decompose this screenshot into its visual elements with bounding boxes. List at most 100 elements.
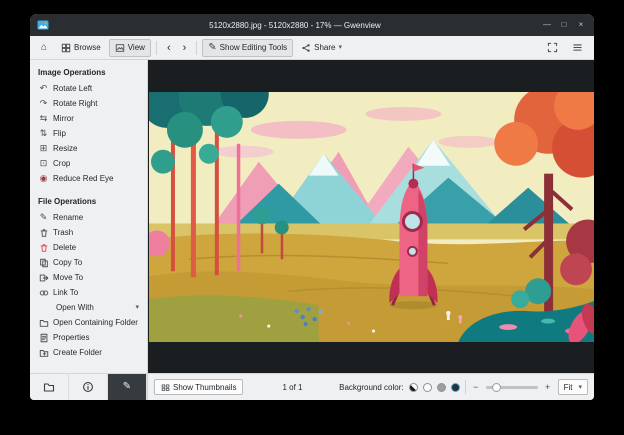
sidebar-item-resize[interactable]: ⊞ Resize <box>30 141 147 156</box>
info-tab-icon <box>83 382 93 392</box>
statusbar-separator <box>464 380 466 394</box>
view-label: View <box>127 43 145 52</box>
sidebar-item-properties[interactable]: Properties <box>30 330 147 345</box>
create-folder-icon <box>38 348 49 358</box>
forward-button[interactable]: › <box>178 40 192 56</box>
sidebar-item-trash[interactable]: Trash <box>30 225 147 240</box>
browse-mode-button[interactable]: Browse <box>55 39 107 57</box>
sidebar-page-tabs: ✎ <box>30 374 148 400</box>
image-viewer[interactable] <box>148 60 594 373</box>
sidebar-item-rename[interactable]: ✎ Rename <box>30 210 147 225</box>
background-color-label: Background color: <box>339 382 404 392</box>
hamburger-icon <box>573 44 582 51</box>
sidebar-item-flip[interactable]: ⇅ Flip <box>30 126 147 141</box>
item-label: Properties <box>53 333 90 342</box>
toolbar-separator <box>155 40 157 55</box>
view-image-icon <box>115 43 124 52</box>
zoom-slider-handle[interactable] <box>491 382 501 392</box>
fit-view-button[interactable] <box>541 38 564 57</box>
tab-information[interactable] <box>69 374 108 400</box>
image-position-indicator: 1 of 1 <box>282 382 303 392</box>
rotate-right-icon: ↷ <box>39 98 48 108</box>
zoom-slider[interactable] <box>485 382 538 392</box>
document-properties-icon <box>38 333 49 343</box>
fit-corners-icon <box>547 42 558 53</box>
show-thumbnails-button[interactable]: Show Thumbnails <box>154 379 244 395</box>
sidebar-item-reduce-red-eye[interactable]: ◉ Reduce Red Eye <box>30 171 147 186</box>
sidebar-item-link-to[interactable]: Link To <box>30 285 147 300</box>
move-icon <box>38 273 49 283</box>
item-label: Create Folder <box>53 348 102 357</box>
close-button[interactable]: × <box>575 21 587 29</box>
share-button[interactable]: Share ▾ <box>295 39 348 57</box>
sidebar-item-delete[interactable]: Delete <box>30 240 147 255</box>
sidebar-item-move-to[interactable]: Move To <box>30 270 147 285</box>
share-label: Share <box>314 43 336 52</box>
item-label: Trash <box>53 228 74 237</box>
forward-icon: › <box>182 41 187 54</box>
crop-icon: ⊡ <box>39 158 48 168</box>
screenshot-background: 5120x2880.jpg - 5120x2880 - 17% — Gwenvi… <box>0 0 624 435</box>
zoom-mode-combobox[interactable]: Fit ▾ <box>557 379 588 395</box>
folder-icon <box>38 318 49 328</box>
hamburger-menu-button[interactable] <box>566 38 589 57</box>
show-editing-tools-button[interactable]: ✎ Show Editing Tools <box>202 38 294 57</box>
item-label: Mirror <box>53 114 74 123</box>
sidebar-item-copy-to[interactable]: Copy To <box>30 255 147 270</box>
item-label: Move To <box>53 273 84 282</box>
background-color-gray-swatch[interactable] <box>436 382 446 392</box>
item-label: Open Containing Folder <box>53 318 138 327</box>
background-color-auto-swatch[interactable] <box>408 382 418 392</box>
maximize-button[interactable]: □ <box>558 21 570 29</box>
toolbar-separator <box>196 40 198 55</box>
view-mode-button[interactable]: View <box>108 38 151 57</box>
sidebar-item-open-with[interactable]: Open With ▾ <box>30 300 147 315</box>
back-button[interactable]: ‹ <box>162 40 176 56</box>
share-chevron-down-icon: ▾ <box>338 44 342 51</box>
item-label: Link To <box>53 288 79 297</box>
pencil-tab-icon: ✎ <box>122 381 132 392</box>
share-icon <box>302 43 310 52</box>
gwenview-app-icon <box>37 19 49 31</box>
rename-icon: ✎ <box>39 212 48 222</box>
minimize-button[interactable]: — <box>541 21 553 29</box>
mirror-icon: ⇆ <box>39 113 48 123</box>
open-with-chevron-down-icon: ▾ <box>135 304 139 311</box>
sidebar-item-mirror[interactable]: ⇆ Mirror <box>30 111 147 126</box>
folder-tab-icon <box>43 383 55 392</box>
window-title: 5120x2880.jpg - 5120x2880 - 17% — Gwenvi… <box>209 20 381 30</box>
viewed-image-illustration <box>148 91 594 342</box>
thumbnails-grid-icon <box>161 383 170 391</box>
home-button[interactable]: ⌂ <box>35 39 53 57</box>
copy-icon <box>38 258 49 268</box>
main-area: Image Operations ↶ Rotate Left ↷ Rotate … <box>30 60 594 373</box>
sidebar-item-crop[interactable]: ⊡ Crop <box>30 156 147 171</box>
background-color-dark-swatch[interactable] <box>450 382 460 392</box>
sidebar-item-open-containing-folder[interactable]: Open Containing Folder <box>30 315 147 330</box>
gwenview-window: 5120x2880.jpg - 5120x2880 - 17% — Gwenvi… <box>30 14 594 400</box>
reduce-red-eye-icon: ◉ <box>39 173 48 183</box>
sidebar-item-create-folder[interactable]: Create Folder <box>30 345 147 360</box>
item-label: Flip <box>53 129 66 138</box>
item-label: Delete <box>53 243 77 252</box>
sidebar-item-rotate-left[interactable]: ↶ Rotate Left <box>30 81 147 96</box>
image-operations-header: Image Operations <box>38 68 106 77</box>
sidebar-item-rotate-right[interactable]: ↷ Rotate Right <box>30 96 147 111</box>
item-label: Rename <box>53 213 84 222</box>
bottom-bar: ✎ Show Thumbnails 1 of 1 Background colo… <box>30 373 594 400</box>
pencil-icon: ✎ <box>208 41 217 53</box>
zoom-in-button[interactable]: + <box>543 382 553 392</box>
main-toolbar: ⌂ Browse View ‹ › ✎ Show Editing Tools S… <box>30 36 594 60</box>
zoom-mode-chevron-down-icon: ▾ <box>578 383 582 391</box>
item-label: Copy To <box>53 258 83 267</box>
titlebar[interactable]: 5120x2880.jpg - 5120x2880 - 17% — Gwenvi… <box>30 14 594 36</box>
tab-folders[interactable] <box>30 374 69 400</box>
tab-operations[interactable]: ✎ <box>108 374 147 400</box>
browse-label: Browse <box>74 43 101 52</box>
link-icon <box>38 288 49 298</box>
back-icon: ‹ <box>166 41 171 54</box>
zoom-out-button[interactable]: − <box>471 382 481 392</box>
background-color-light-swatch[interactable] <box>422 382 432 392</box>
image-view[interactable] <box>148 91 594 342</box>
